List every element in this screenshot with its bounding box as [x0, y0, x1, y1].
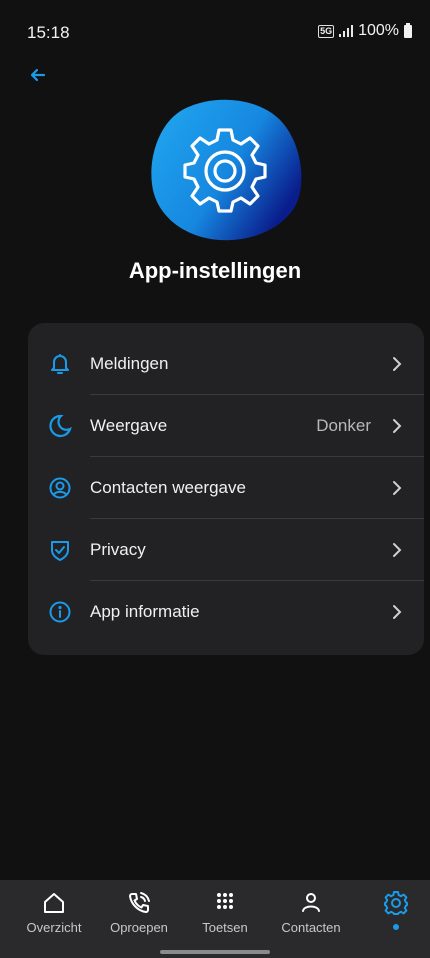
settings-icon	[384, 891, 408, 915]
status-indicators: 5G 100%	[318, 22, 412, 40]
nav-item-overzicht[interactable]: Overzicht	[14, 890, 94, 935]
nav-item-contacten[interactable]: Contacten	[271, 890, 351, 935]
person-icon	[302, 893, 320, 912]
settings-item-label: Weergave	[90, 416, 168, 435]
nav-item-toetsen[interactable]: Toetsen	[185, 890, 265, 935]
info-icon	[48, 600, 72, 624]
dialpad-icon	[217, 893, 233, 909]
arrow-left-icon	[30, 68, 46, 82]
phone-icon	[129, 892, 150, 913]
back-button[interactable]	[26, 62, 52, 88]
nav-label: Toetsen	[202, 920, 248, 935]
settings-item-meldingen[interactable]: Meldingen	[28, 333, 424, 395]
user-circle-icon	[48, 476, 72, 500]
network-icon: 5G	[318, 24, 335, 38]
nav-label: Oproepen	[110, 920, 168, 935]
page-title: App-instellingen	[128, 258, 302, 283]
settings-item-weergave[interactable]: Weergave Donker	[28, 395, 424, 457]
active-indicator	[393, 924, 399, 930]
nav-item-oproepen[interactable]: Oproepen	[99, 890, 179, 935]
chevron-right-icon	[393, 543, 402, 557]
settings-item-privacy[interactable]: Privacy	[28, 519, 424, 581]
settings-item-label: Privacy	[90, 540, 146, 559]
battery-icon	[404, 22, 412, 38]
nav-label: Overzicht	[26, 920, 82, 935]
settings-item-label: Contacten weergave	[90, 478, 246, 497]
settings-item-app-informatie[interactable]: App informatie	[28, 581, 424, 643]
bottom-navigation: Overzicht Oproepen Toetsen Contacten	[0, 880, 430, 958]
chevron-right-icon	[393, 419, 402, 433]
nav-item-instellingen[interactable]	[356, 890, 430, 930]
battery-level: 100%	[358, 22, 399, 39]
settings-item-value: Donker	[316, 416, 371, 435]
chevron-right-icon	[393, 481, 402, 495]
settings-item-contacten-weergave[interactable]: Contacten weergave	[28, 457, 424, 519]
moon-icon	[48, 414, 72, 438]
shield-check-icon	[48, 538, 72, 562]
signal-icon	[339, 25, 354, 37]
chevron-right-icon	[393, 605, 402, 619]
settings-list: Meldingen Weergave Donker Contacten weer…	[28, 323, 424, 655]
settings-item-label: Meldingen	[90, 354, 169, 373]
nav-label: Contacten	[281, 920, 341, 935]
home-indicator[interactable]	[160, 950, 270, 954]
hero-illustration	[146, 96, 306, 244]
chevron-right-icon	[393, 357, 402, 371]
status-time: 15:18	[27, 23, 70, 42]
bell-icon	[48, 352, 72, 376]
home-icon	[44, 893, 64, 913]
status-bar: 15:18 5G 100%	[0, 0, 430, 64]
settings-item-label: App informatie	[90, 602, 200, 621]
